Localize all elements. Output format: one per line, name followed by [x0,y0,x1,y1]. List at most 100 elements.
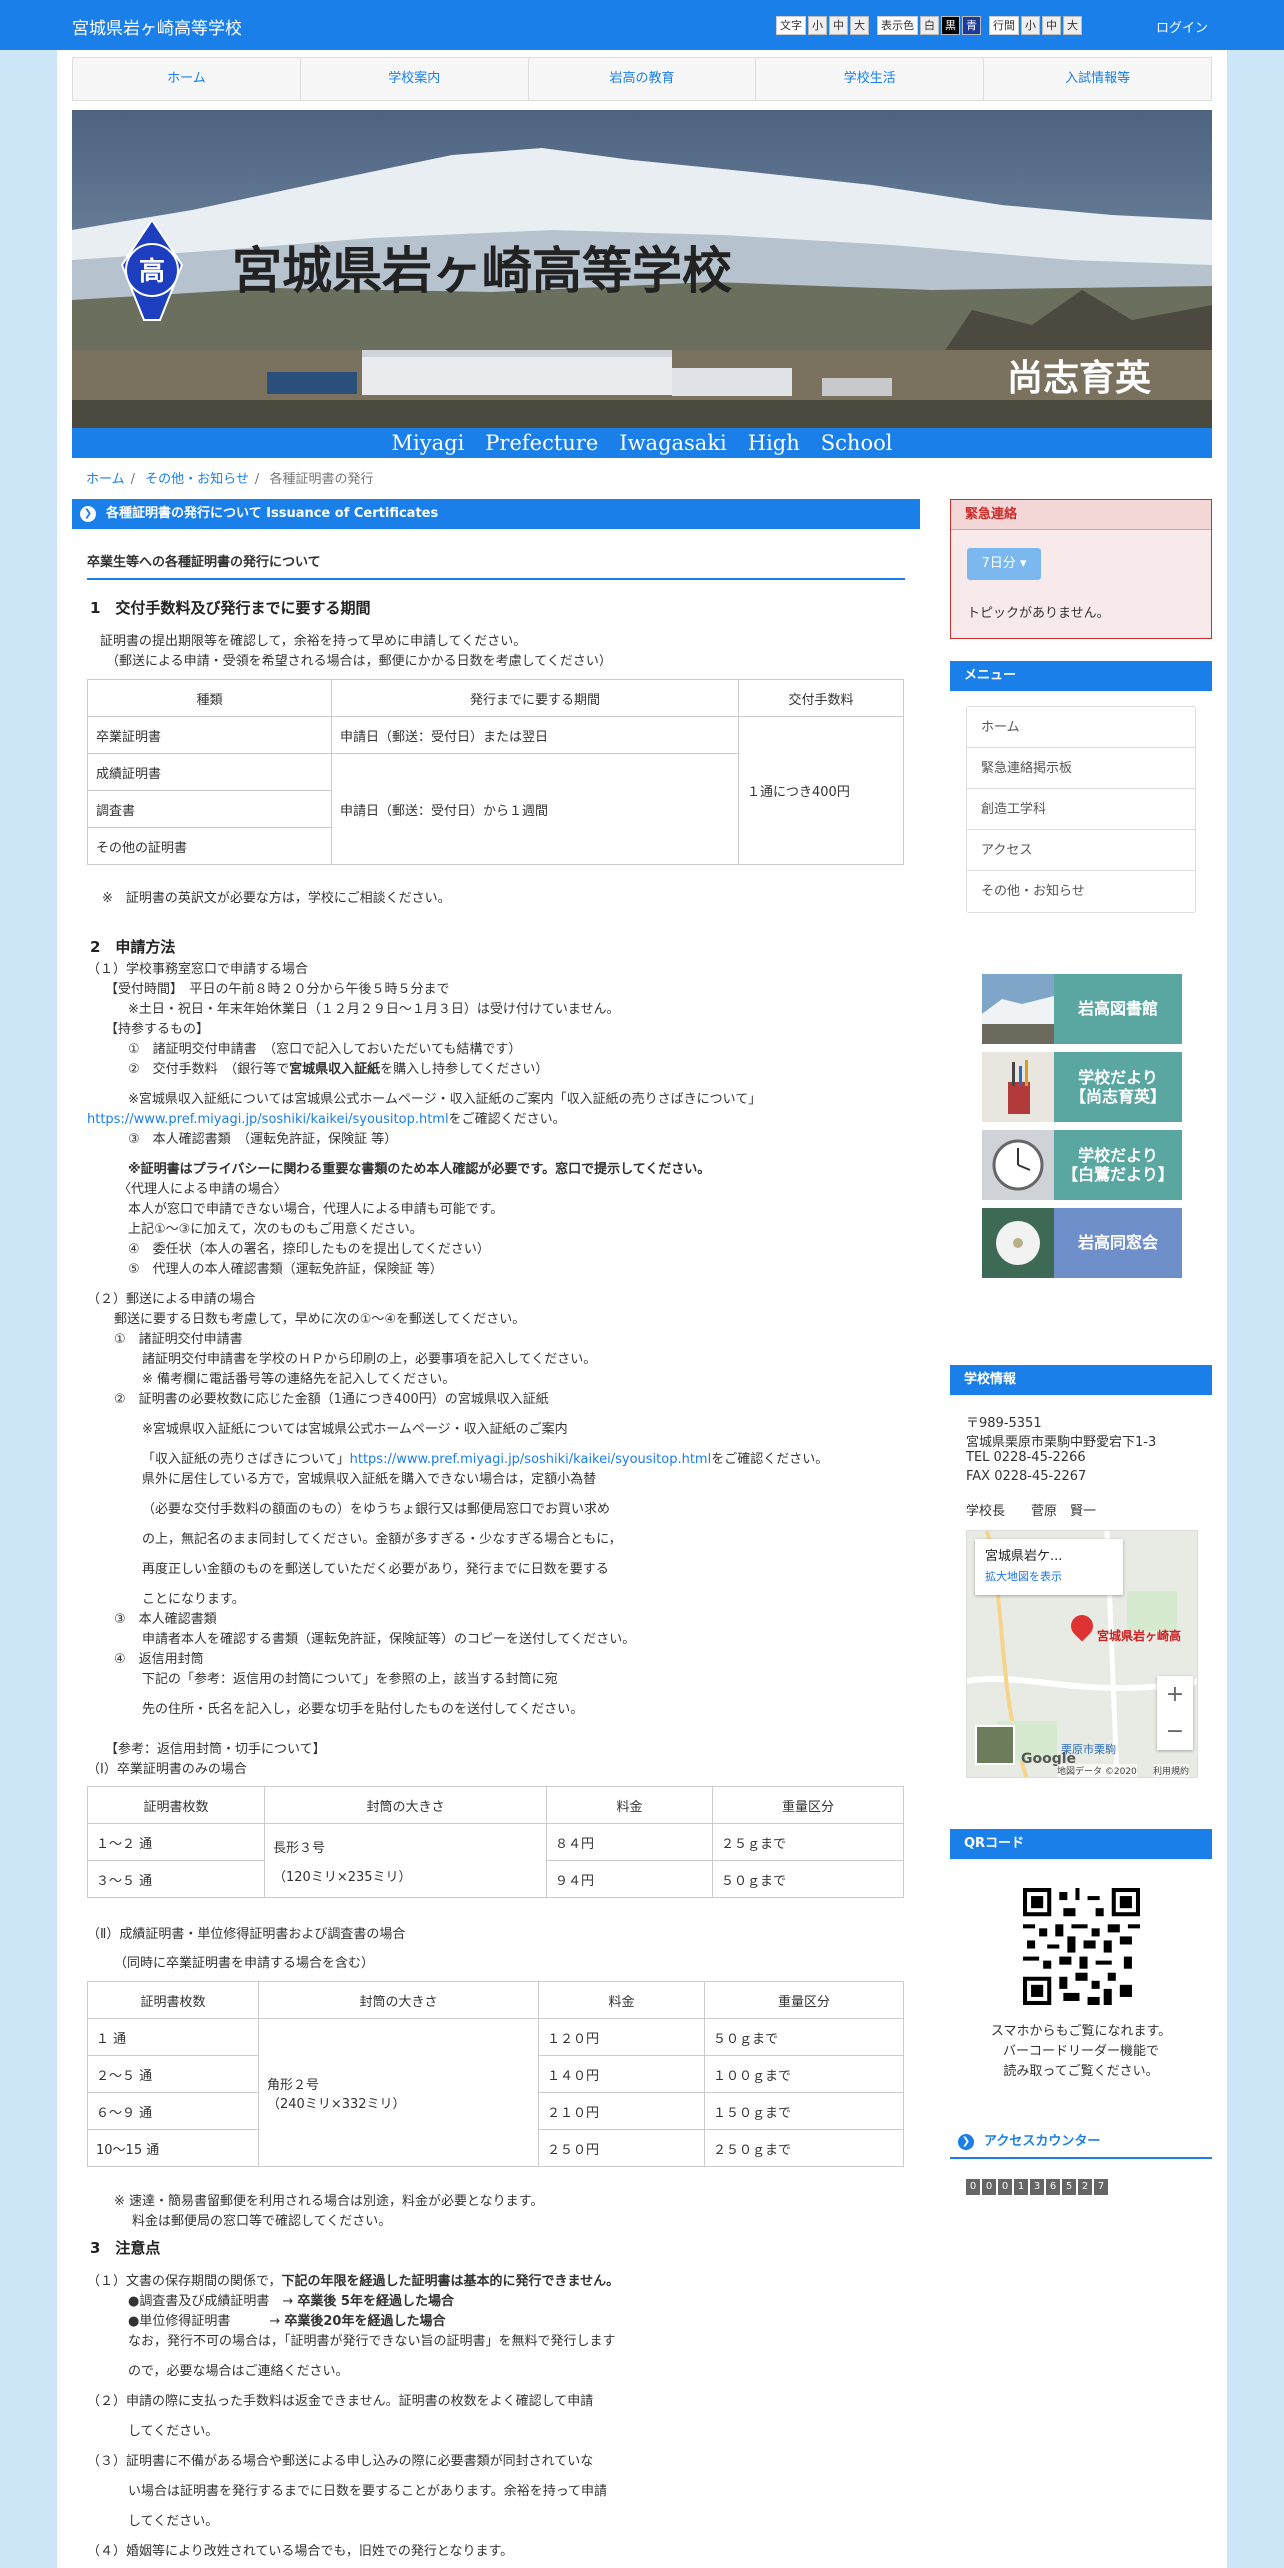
color-blue-button[interactable]: 青 [962,16,981,35]
nav-home[interactable]: ホーム [73,58,301,100]
cell-text: （120ミリ×235ミリ） [273,1869,412,1885]
counter-digit: 7 [1094,2179,1108,2195]
text-bold: 下記の年限を経過した証明書は基本的に発行できません。 [281,2274,620,2289]
cell-text: （240ミリ×332ミリ） [267,2096,406,2112]
counter-digit: 5 [1062,2179,1076,2195]
login-link[interactable]: ログイン [1156,17,1208,36]
counter-digit: 0 [982,2179,996,2195]
table-cell: 申請日（郵送：受付日）から１週間 [331,753,739,865]
nav-school-info[interactable]: 学校案内 [301,58,529,100]
table-cell: ９４円 [546,1860,713,1898]
access-counter: 0 0 0 1 3 6 5 2 7 [966,2179,1110,2195]
map-terms-link[interactable]: 利用規約 [1153,1764,1190,1777]
alumni-banner[interactable]: 岩高同窓会 [982,1208,1182,1278]
color-white-button[interactable]: 白 [920,16,939,35]
line-spacing-medium-button[interactable]: 中 [1042,16,1061,35]
text-line: （郵送による申請・受領を希望される場合は，郵便にかかる日数を考慮してください） [106,654,612,669]
text-span: をご確認ください。 [711,1452,829,1467]
text-line: ⑤ 代理人の本人確認書類（運転免許証，保険証 等） [128,1262,443,1277]
global-nav: ホーム 学校案内 岩高の教育 学校生活 入試情報等 [72,57,1212,101]
pencil-cup-image [982,1052,1054,1122]
counter-digit: 0 [998,2179,1012,2195]
text-line: ※宮城県収入証紙については宮城県公式ホームページ・収入証紙のご案内 [142,1422,568,1437]
menu-item-engineering[interactable]: 創造工学科 [967,789,1195,830]
table-header: 封筒の大きさ [258,1981,539,2019]
period-dropdown-button[interactable]: 7日分 ▾ [967,548,1041,580]
text-line: ④ 返信用封筒 [114,1652,204,1667]
text-line: 下記の「参考：返信用の封筒について」を参照の上，該当する封筒に宛 [142,1672,558,1687]
line-spacing-large-button[interactable]: 大 [1063,16,1082,35]
banner-label: 岩高同窓会 [1077,1233,1158,1253]
menu-item-emergency-board[interactable]: 緊急連絡掲示板 [967,748,1195,789]
line-spacing-small-button[interactable]: 小 [1021,16,1040,35]
color-label: 表示色 [877,16,918,35]
stamp-info-link-2[interactable]: https://www.pref.miyagi.jp/soshiki/kaike… [350,1452,712,1467]
cell-text: 角形２号 [267,2077,320,2093]
menu-item-home[interactable]: ホーム [967,707,1195,748]
banner-english-name: Miyagi Prefecture Iwagasaki High School [392,431,893,455]
address: 宮城県栗原市栗駒中野愛宕下1-3 [966,1435,1157,1450]
text-line: 【参考：返信用封筒・切手について】 [105,1742,326,1757]
table-header: 証明書枚数 [87,1786,265,1824]
newsletter-shirasagi-banner[interactable]: 学校だより 【白鷺だより】 [982,1130,1182,1200]
nav-education[interactable]: 岩高の教育 [529,58,757,100]
text-line: の上，無記名のまま同封してください。金額が多すぎる・少なすぎる場合ともに， [142,1532,622,1547]
text-size-medium-button[interactable]: 中 [829,16,848,35]
nav-admissions[interactable]: 入試情報等 [984,58,1211,100]
table-header: 証明書枚数 [87,1981,259,2019]
top-bar: 宮城県岩ヶ崎高等学校 文字 小 中 大 表示色 白 黒 青 行間 小 中 大 ロ… [0,0,1284,50]
nav-school-life[interactable]: 学校生活 [756,58,985,100]
satellite-toggle[interactable] [975,1725,1015,1765]
qr-text: スマホからもご覧になれます。 [990,2024,1172,2039]
text-line: ④ 委任状（本人の署名，捺印したものを提出してください） [128,1242,490,1257]
text-line: 【受付時間】 平日の午前８時２０分から午後５時５分まで [105,982,450,997]
menu-item-access[interactable]: アクセス [967,830,1195,871]
breadcrumb: ホーム / その他・お知らせ / 各種証明書の発行 [86,468,379,487]
map-copyright: 地図データ ©2020 [1057,1764,1137,1777]
table-cell: ２５０円 [538,2129,705,2167]
google-map[interactable]: 宮城県岩ケ... 拡大地図を表示 宮城県岩ヶ崎高 + − 栗原市栗駒 Googl… [966,1530,1198,1778]
counter-digit: 0 [966,2179,980,2195]
zoom-out-button[interactable]: − [1157,1713,1193,1750]
breadcrumb-home[interactable]: ホーム [86,472,125,487]
site-title[interactable]: 宮城県岩ヶ崎高等学校 [72,14,242,39]
text-size-small-button[interactable]: 小 [808,16,827,35]
table-cell: １～２ 通 [87,1823,265,1861]
table-cell: ２１０円 [538,2092,705,2130]
color-black-button[interactable]: 黒 [941,16,960,35]
school-info-title: 学校情報 [950,1365,1212,1395]
table-cell: １４０円 [538,2055,705,2093]
qr-code-image [1023,1888,1140,2005]
menu-item-others[interactable]: その他・お知らせ [967,871,1195,912]
text-line: 郵送に要する日数も考慮して，早めに次の①～④を郵送してください。 [114,1312,526,1327]
map-info-card: 宮城県岩ケ... 拡大地図を表示 [975,1539,1123,1595]
stamp-info-link[interactable]: https://www.pref.miyagi.jp/soshiki/kaike… [87,1112,449,1127]
emblem-character: 高 [139,256,165,287]
clock-image [982,1130,1054,1200]
accessibility-controls: 文字 小 中 大 表示色 白 黒 青 行間 小 中 大 [776,15,1090,36]
breadcrumb-others[interactable]: その他・お知らせ [145,472,249,487]
text-line: 県外に居住している方で，宮城県収入証紙を購入できない場合は，定額小為替 [142,1472,597,1487]
text-line-bold: ※証明書はプライバシーに関わる重要な書類のため本人確認が必要です。窓口で提示して… [128,1162,711,1177]
text-line: （３）証明書に不備がある場合や郵送による申し込みの際に必要書類が同封されていな [87,2454,594,2469]
text-size-label: 文字 [776,16,806,35]
newsletter-shoshi-banner[interactable]: 学校だより 【尚志育英】 [982,1052,1182,1122]
table-cell: 調査書 [87,790,332,828]
text-span: を購入し持参してください） [380,1062,549,1077]
text-line: 本人が窓口で申請できない場合，代理人による申請も可能です。 [128,1202,504,1217]
text-span: 「収入証紙の売りさばきについて」 [142,1452,350,1467]
access-counter-title-text: アクセスカウンター [984,2134,1101,2149]
text-size-large-button[interactable]: 大 [850,16,869,35]
text-line: ② 証明書の必要枚数に応じた金額（1通につき400円）の宮城県収入証紙 [114,1392,549,1407]
library-banner[interactable]: 岩高図書館 [982,974,1182,1044]
qr-text: 読み取ってご覧ください。 [1003,2064,1159,2079]
banner-label: 岩高図書館 [1077,999,1158,1019]
banner-image: 高 宮城県岩ヶ崎高等学校 尚志育英 Miyagi Prefecture Iwag… [72,110,1212,458]
table-cell: その他の証明書 [87,827,332,865]
table-cell: １２０円 [538,2018,705,2056]
map-larger-link[interactable]: 拡大地図を表示 [985,1568,1113,1584]
text-line: 先の住所・氏名を記入し，必要な切手を貼付したものを送付してください。 [142,1702,584,1717]
zoom-in-button[interactable]: + [1157,1676,1193,1713]
text-line: ① 諸証明交付申請書 （窓口で記入しておいただいても結構です） [128,1042,522,1057]
principal: 学校長 菅原 賢一 [966,1504,1097,1519]
